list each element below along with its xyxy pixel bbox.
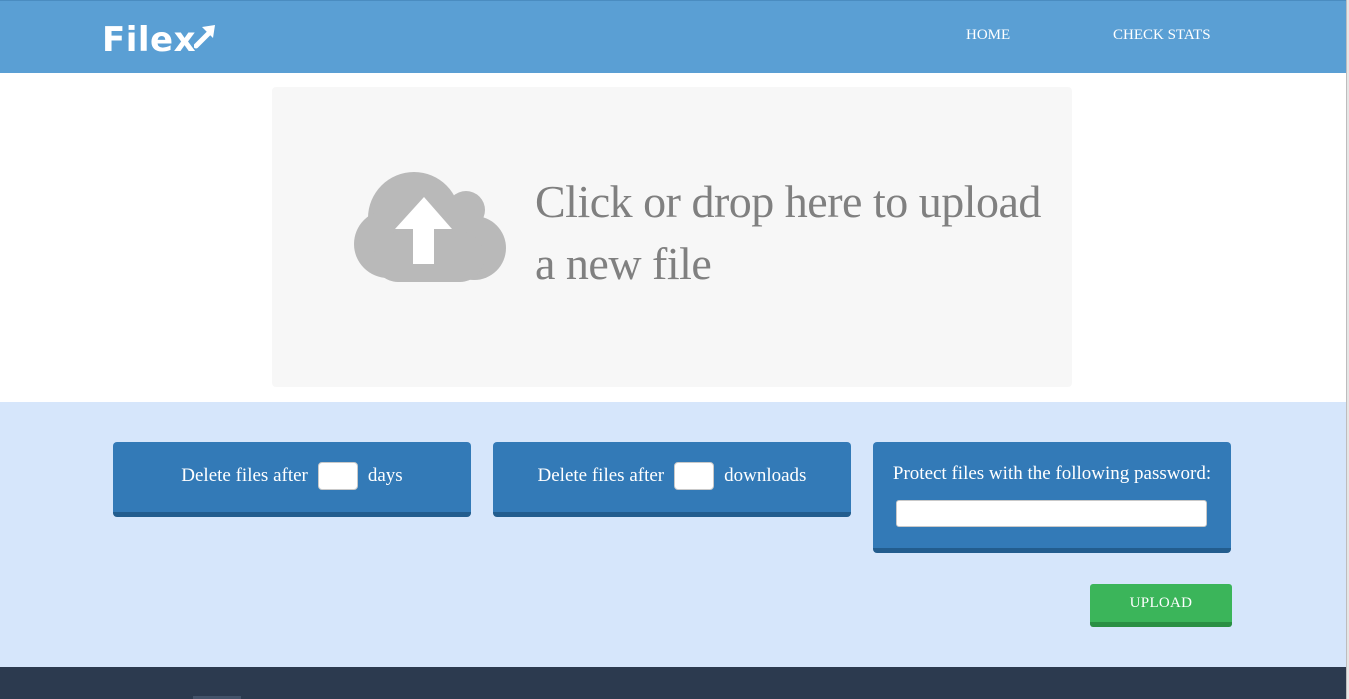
cloud-upload-icon (354, 172, 506, 282)
logo[interactable]: Filex (102, 20, 218, 60)
upload-dropzone[interactable]: Click or drop here to upload a new file (272, 87, 1072, 387)
upload-options-section: Delete files after days Delete files aft… (0, 402, 1346, 667)
page: Filex HOME CHECK STATS Click or drop her… (0, 0, 1349, 699)
delete-after-downloads-option: Delete files after downloads (493, 442, 851, 517)
delete-after-days-suffix: days (367, 465, 403, 486)
nav-check-stats-link[interactable]: CHECK STATS (1113, 27, 1211, 44)
password-label: Protect files with the following passwor… (892, 463, 1212, 484)
logo-text: Filex (102, 20, 197, 60)
delete-after-downloads-prefix: Delete files after (537, 465, 665, 486)
nav-home-link[interactable]: HOME (966, 27, 1010, 44)
header: Filex HOME CHECK STATS (0, 0, 1346, 73)
password-protect-option: Protect files with the following passwor… (873, 442, 1231, 553)
password-input[interactable] (896, 500, 1207, 527)
upload-prompt-text: Click or drop here to upload a new file (535, 176, 1041, 289)
downloads-input[interactable] (674, 462, 715, 490)
delete-after-days-prefix: Delete files after (181, 465, 308, 486)
delete-after-days-option: Delete files after days (113, 442, 471, 517)
days-input[interactable] (317, 462, 358, 490)
upload-button[interactable]: UPLOAD (1090, 584, 1232, 627)
arrow-up-right-icon (194, 25, 216, 49)
footer (0, 667, 1346, 699)
delete-after-downloads-suffix: downloads (724, 465, 807, 486)
